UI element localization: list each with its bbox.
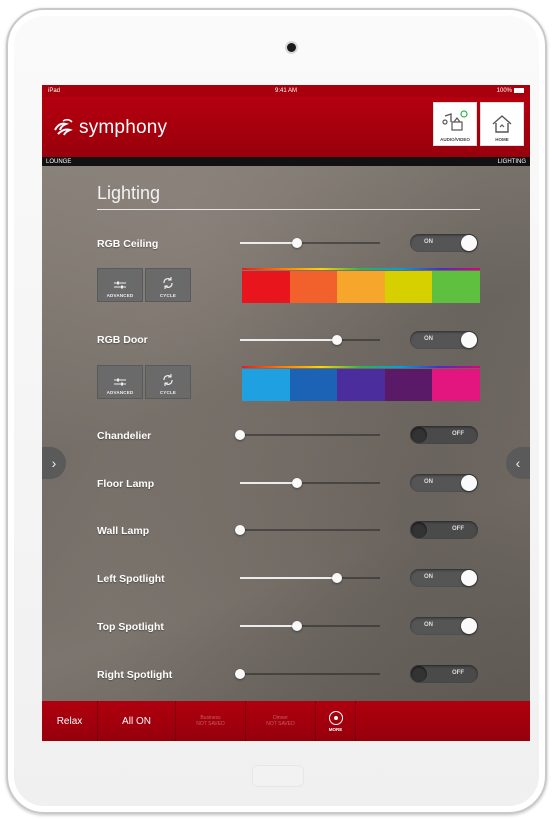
scene-business-status: NOT SAVED (196, 721, 225, 727)
color-swatch[interactable] (242, 369, 290, 401)
power-toggle-chandelier[interactable]: OFF (410, 426, 478, 444)
color-swatch[interactable] (242, 271, 290, 303)
toggle-state: OFF (452, 670, 464, 676)
slider-knob[interactable] (331, 573, 342, 583)
power-toggle-rgb-ceiling[interactable]: ON (410, 234, 478, 252)
power-toggle-wall-lamp[interactable]: OFF (410, 521, 478, 539)
cycle-label: CYCLE (159, 390, 177, 395)
dimmer-slider-rgb-door[interactable] (240, 335, 380, 345)
cycle-icon (163, 374, 173, 386)
house-icon (492, 115, 512, 133)
previous-page-arrow-icon[interactable]: › (42, 447, 66, 479)
color-swatch[interactable] (337, 369, 385, 401)
home-button[interactable] (252, 765, 304, 787)
power-toggle-right-spotlight[interactable]: OFF (410, 665, 478, 683)
toggle-state: ON (424, 479, 433, 485)
brand-name: symphony (79, 117, 168, 138)
cycle-button[interactable]: CYCLE (145, 268, 191, 302)
more-button[interactable]: MORE (316, 701, 356, 741)
slider-knob[interactable] (235, 430, 245, 440)
dimmer-slider-left-spotlight[interactable] (240, 573, 380, 583)
clock: 9:41 AM (274, 88, 297, 94)
room-name[interactable]: LOUNGE (46, 159, 71, 165)
cycle-button[interactable]: CYCLE (145, 365, 191, 399)
home-nav-button[interactable]: HOME (480, 102, 524, 146)
slider-knob[interactable] (235, 669, 245, 679)
scene-dinner-button[interactable]: Dinner NOT SAVED (246, 701, 316, 741)
color-swatch[interactable] (384, 369, 433, 401)
slider-knob[interactable] (292, 238, 303, 248)
title-divider (97, 209, 480, 210)
dimmer-slider-rgb-ceiling[interactable] (240, 238, 380, 248)
dimmer-slider-floor-lamp[interactable] (240, 478, 380, 488)
status-bar: iPad 9:41 AM 100% (42, 85, 530, 97)
symphony-logo-icon (52, 118, 74, 138)
dimmer-slider-wall-lamp[interactable] (235, 525, 380, 535)
row-label-chandelier: Chandelier (97, 430, 152, 442)
color-swatch[interactable] (432, 369, 480, 401)
advanced-label: ADVANCED (106, 293, 134, 298)
toggle-state: ON (424, 574, 433, 580)
scene-all-on-button[interactable]: All ON (98, 701, 176, 741)
slider-knob[interactable] (292, 621, 303, 631)
power-toggle-left-spotlight[interactable]: ON (410, 569, 478, 587)
color-swatches-rgb-ceiling (242, 268, 480, 303)
power-toggle-floor-lamp[interactable]: ON (410, 474, 478, 492)
app-header: symphony AUDIO/VIDEO HOME (42, 97, 530, 157)
color-swatch[interactable] (289, 271, 338, 303)
slider-knob[interactable] (331, 335, 342, 345)
color-swatch[interactable] (289, 369, 338, 401)
color-swatch[interactable] (384, 271, 433, 303)
home-label: HOME (495, 137, 509, 142)
advanced-label: ADVANCED (106, 390, 134, 395)
dimmer-slider-chandelier[interactable] (235, 430, 380, 440)
scene-bar: Relax All ON Business NOT SAVED Dinner N… (42, 701, 530, 741)
power-toggle-top-spotlight[interactable]: ON (410, 617, 478, 635)
app-screen: iPad 9:41 AM 100% symphony AUDIO/VIDEO H… (42, 85, 530, 741)
section-name: LIGHTING (497, 158, 526, 165)
row-label-top-spotlight: Top Spotlight (97, 621, 164, 633)
color-swatch[interactable] (432, 271, 480, 303)
toggle-state: ON (424, 622, 433, 628)
page-title: Lighting (97, 183, 161, 203)
slider-knob[interactable] (292, 478, 303, 488)
cycle-label: CYCLE (159, 293, 177, 298)
toggle-state: ON (424, 336, 433, 342)
scene-relax-button[interactable]: Relax (42, 701, 98, 741)
advanced-button[interactable]: ADVANCED (97, 268, 143, 302)
audio-video-icon (442, 110, 468, 131)
room-bar: LOUNGE LIGHTING (42, 157, 530, 166)
toggle-state: OFF (452, 526, 464, 532)
row-label-rgb-ceiling: RGB Ceiling (97, 238, 159, 250)
row-label-wall-lamp: Wall Lamp (97, 525, 150, 537)
toggle-state: ON (424, 239, 433, 245)
dimmer-slider-right-spotlight[interactable] (235, 669, 380, 679)
row-label-rgb-door: RGB Door (97, 334, 148, 346)
audio-video-button[interactable]: AUDIO/VIDEO (433, 102, 477, 146)
audio-video-label: AUDIO/VIDEO (440, 137, 470, 142)
more-label: MORE (328, 726, 343, 732)
front-camera (287, 43, 296, 52)
power-toggle-rgb-door[interactable]: ON (410, 331, 478, 349)
cycle-icon (163, 277, 173, 289)
row-label-floor-lamp: Floor Lamp (97, 478, 155, 490)
advanced-button[interactable]: ADVANCED (97, 365, 143, 399)
color-swatches-rgb-door (242, 366, 480, 401)
dimmer-slider-top-spotlight[interactable] (240, 621, 380, 631)
row-label-right-spotlight: Right Spotlight (97, 669, 173, 681)
sliders-icon (114, 378, 126, 386)
more-icon (328, 710, 343, 725)
scene-business-button[interactable]: Business NOT SAVED (176, 701, 246, 741)
toggle-state: OFF (452, 431, 464, 437)
color-swatch[interactable] (337, 271, 385, 303)
sliders-icon (114, 281, 126, 289)
slider-knob[interactable] (235, 525, 245, 535)
scene-dinner-status: NOT SAVED (266, 721, 295, 727)
row-label-left-spotlight: Left Spotlight (97, 573, 165, 585)
brand-logo: symphony (52, 117, 167, 139)
next-page-arrow-icon[interactable]: ‹ (506, 447, 530, 479)
